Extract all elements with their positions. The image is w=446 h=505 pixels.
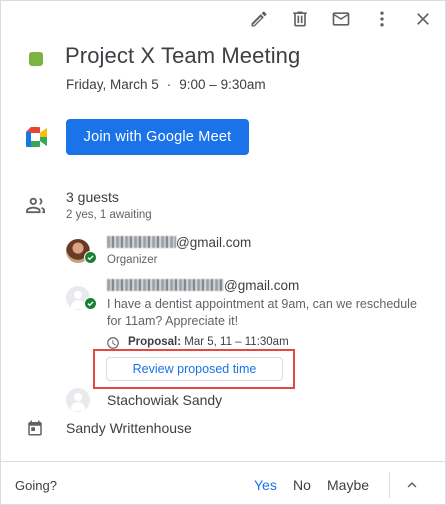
proposal-value: Mar 5, 11 – 11:30am (184, 336, 289, 348)
close-icon[interactable] (411, 7, 435, 31)
redacted-email-user (107, 236, 176, 248)
email-domain: @gmail.com (224, 278, 300, 293)
event-title: Project X Team Meeting (65, 43, 301, 68)
guests-rsvp-summary: 2 yes, 1 awaiting (66, 209, 152, 221)
rsvp-maybe-button[interactable]: Maybe (327, 477, 369, 493)
event-date: Friday, March 5 (66, 77, 159, 92)
guests-icon (25, 196, 47, 214)
event-details-card: Project X Team Meeting Friday, March 5 · 9… (0, 0, 446, 505)
accepted-check-icon (84, 251, 97, 264)
guest-comment: I have a dentist appointment at 9am, can… (107, 297, 417, 328)
proposal-label: Proposal: (128, 336, 182, 348)
footer-divider (389, 472, 390, 498)
calendar-icon (26, 419, 44, 437)
redacted-email-user (107, 279, 224, 291)
guest-name: Stachowiak Sandy (107, 392, 223, 408)
event-color-swatch (29, 52, 43, 66)
google-meet-icon (25, 127, 47, 147)
proposal-info: Proposal: Mar 5, 11 – 11:30am (128, 336, 289, 348)
review-proposed-time-button[interactable]: Review proposed time (106, 357, 283, 381)
guest-email: @gmail.com (107, 278, 299, 293)
rsvp-yes-button[interactable]: Yes (254, 477, 277, 493)
event-datetime: Friday, March 5 · 9:00 – 9:30am (66, 77, 266, 92)
chevron-up-icon[interactable] (403, 476, 421, 494)
accepted-check-icon (84, 297, 97, 310)
calendar-owner: Sandy Writtenhouse (66, 420, 192, 436)
guest-email: @gmail.com (107, 235, 251, 250)
event-toolbar (230, 7, 435, 31)
avatar (66, 388, 90, 412)
clock-icon (106, 336, 120, 350)
email-icon[interactable] (329, 7, 353, 31)
delete-icon[interactable] (288, 7, 312, 31)
going-label: Going? (15, 478, 57, 493)
datetime-separator: · (166, 77, 172, 92)
rsvp-no-button[interactable]: No (293, 477, 311, 493)
rsvp-bar: Going? Yes No Maybe (1, 461, 446, 505)
edit-icon[interactable] (247, 7, 271, 31)
guest-role: Organizer (107, 254, 158, 266)
event-time: 9:00 – 9:30am (179, 77, 266, 92)
email-domain: @gmail.com (176, 235, 252, 250)
more-options-icon[interactable] (370, 7, 394, 31)
join-meet-button[interactable]: Join with Google Meet (66, 119, 249, 155)
guests-count: 3 guests (66, 189, 119, 205)
